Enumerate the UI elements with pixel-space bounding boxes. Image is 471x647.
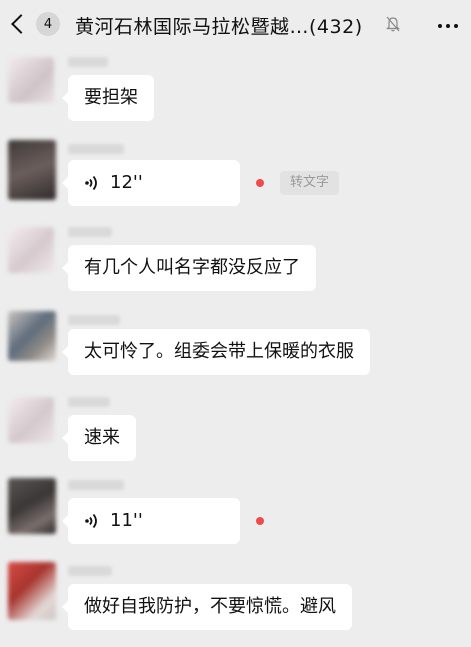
unread-voice-dot <box>256 517 264 525</box>
chat-header: 4 黄河石林国际马拉松暨越…(432) <box>0 0 471 52</box>
member-count: (432) <box>309 16 363 38</box>
sender-name-blurred <box>68 566 112 576</box>
avatar[interactable] <box>8 397 54 443</box>
unread-voice-dot <box>256 179 264 187</box>
sender-name-blurred <box>68 57 108 67</box>
voice-message-bubble[interactable]: 12'' <box>62 160 240 206</box>
voice-wave-icon <box>85 175 97 191</box>
sender-name-blurred <box>68 397 110 407</box>
avatar[interactable] <box>8 57 54 103</box>
voice-duration: 11'' <box>110 510 143 531</box>
transcribe-button[interactable]: 转文字 <box>280 171 340 195</box>
more-options-icon[interactable] <box>438 24 458 28</box>
chevron-left-icon <box>11 14 31 34</box>
avatar[interactable] <box>8 311 56 361</box>
avatar[interactable] <box>8 562 56 620</box>
message-bubble[interactable]: 做好自我防护，不要惊慌。避风 <box>62 584 352 630</box>
message-bubble[interactable]: 太可怜了。组委会带上保暖的衣服 <box>62 329 370 375</box>
message-bubble[interactable]: 速来 <box>62 415 136 461</box>
avatar[interactable] <box>8 140 56 200</box>
sender-name-blurred <box>68 144 124 154</box>
group-name: 黄河石林国际马拉松暨越… <box>75 16 310 38</box>
voice-message-bubble[interactable]: 11'' <box>62 498 240 544</box>
sender-name-blurred <box>68 227 112 237</box>
message-bubble[interactable]: 要担架 <box>62 75 154 121</box>
avatar[interactable] <box>8 227 54 273</box>
voice-duration: 12'' <box>110 172 143 193</box>
avatar[interactable] <box>8 478 56 534</box>
mute-bell-icon <box>386 16 400 32</box>
sender-name-blurred <box>68 480 124 490</box>
chat-title: 黄河石林国际马拉松暨越…(432) <box>75 12 363 39</box>
voice-wave-icon <box>85 513 97 529</box>
back-button[interactable]: 4 <box>10 12 60 36</box>
sender-name-blurred <box>68 315 120 325</box>
message-bubble[interactable]: 有几个人叫名字都没反应了 <box>62 245 316 291</box>
unread-count-badge: 4 <box>36 12 60 36</box>
